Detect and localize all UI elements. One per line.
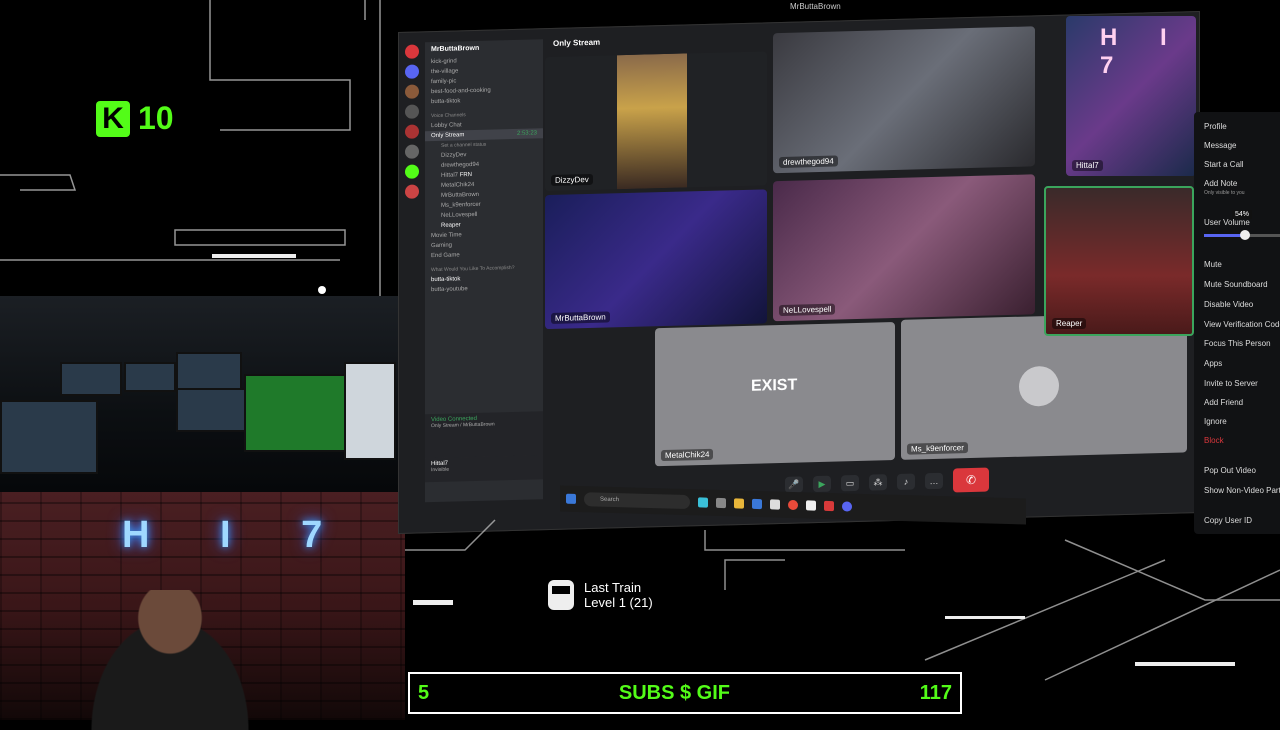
sub-goal-bar: 5 SUBS $ GIF 117 (408, 672, 962, 714)
soundboard-icon[interactable]: ♪ (897, 473, 915, 490)
hype-train-widget: Last Train Level 1 (21) (548, 580, 653, 610)
menu-item-disable-video[interactable]: Disable Video (1204, 300, 1253, 309)
exist-logo: EXIST (751, 376, 798, 395)
server-icon[interactable] (405, 104, 419, 119)
menu-item-apps[interactable]: Apps (1204, 359, 1222, 368)
menu-item-focus[interactable]: Focus This Person (1204, 339, 1271, 348)
streamer-figure (70, 590, 270, 730)
server-icon[interactable] (405, 144, 419, 159)
menu-item-invite[interactable]: Invite to Server (1204, 379, 1258, 388)
train-icon (548, 580, 574, 610)
video-tile-metalchik24[interactable]: EXIST MetalChik24 (655, 321, 895, 467)
video-tile-mrbuttabrown[interactable]: MrButtaBrown (545, 189, 767, 330)
microphone-icon[interactable]: 🎤 (785, 476, 803, 493)
server-icon[interactable] (405, 164, 419, 179)
screen-share-icon[interactable]: ▭ (841, 474, 859, 492)
menu-item-start-call[interactable]: Start a Call (1204, 160, 1244, 169)
video-tile-dizzydev[interactable]: DizzyDev (545, 51, 767, 192)
neon-sign-small: H I 7 (1100, 24, 1185, 79)
activities-icon[interactable]: ⁂ (869, 474, 887, 491)
add-note-subtitle: Only visible to you (1204, 190, 1245, 196)
menu-item-block[interactable]: Block (1204, 436, 1224, 445)
user-context-menu: Profile Message Start a Call Add Note On… (1194, 112, 1280, 534)
menu-item-view-verification[interactable]: View Verification Codes (1204, 320, 1280, 329)
user-panel: Hittal7 Invisible (425, 455, 543, 483)
menu-item-add-note[interactable]: Add Note (1204, 179, 1237, 188)
video-tile-hittal7[interactable]: H I 7 Hittal7 (1066, 16, 1196, 176)
server-icon[interactable] (405, 124, 419, 139)
menu-item-show-non-video[interactable]: Show Non-Video Participants (1204, 486, 1280, 495)
channel-item[interactable]: butta-youtube (425, 282, 543, 295)
hang-up-button[interactable]: ✆ (953, 467, 989, 493)
menu-item-ignore[interactable]: Ignore (1204, 417, 1227, 426)
neon-sign: H I 7 (122, 514, 353, 556)
goal-current: 5 (418, 681, 430, 704)
camera-icon[interactable]: ▶ (813, 475, 831, 493)
user-volume-slider[interactable] (1204, 230, 1280, 240)
window-title: MrButtaBrown (790, 2, 841, 11)
menu-item-add-friend[interactable]: Add Friend (1204, 398, 1243, 407)
more-options-icon[interactable]: … (925, 472, 943, 490)
user-volume-label: User Volume (1204, 218, 1250, 227)
menu-item-pop-out[interactable]: Pop Out Video (1204, 466, 1256, 475)
stage-title: Only Stream (553, 37, 601, 48)
kick-count: 10 (138, 100, 174, 136)
server-rail (399, 44, 425, 515)
kick-follower-badge: K 10 (96, 100, 174, 137)
server-icon[interactable] (405, 184, 419, 199)
goal-label: SUBS $ GIF (618, 681, 730, 704)
volume-percent: 54% (1232, 210, 1253, 219)
circuit-decoration (0, 0, 381, 300)
menu-item-message[interactable]: Message (1204, 141, 1236, 150)
server-icon[interactable] (405, 64, 419, 79)
train-title: Last Train (584, 580, 642, 595)
video-tile-reaper[interactable]: Reaper (1044, 186, 1194, 336)
menu-item-profile[interactable]: Profile (1204, 122, 1227, 131)
video-tile-drewthegod94[interactable]: drewthegod94 (773, 26, 1035, 174)
new-badge-icon[interactable] (405, 44, 419, 59)
menu-item-mute-soundboard[interactable]: Mute Soundboard (1204, 280, 1268, 289)
train-level: Level 1 (21) (584, 595, 653, 610)
voice-connected-panel: Video Connected Only Stream / MrButtaBro… (425, 411, 543, 459)
kick-logo-icon: K (96, 100, 130, 137)
video-tile-nellovespell[interactable]: NeLLovespell (773, 174, 1035, 322)
room-camera-feed (0, 296, 400, 492)
menu-item-mute[interactable]: Mute (1204, 260, 1222, 269)
goal-target: 117 (919, 681, 952, 704)
server-icon[interactable] (405, 84, 419, 99)
avatar (1019, 365, 1059, 407)
slider-knob[interactable] (1240, 230, 1251, 240)
